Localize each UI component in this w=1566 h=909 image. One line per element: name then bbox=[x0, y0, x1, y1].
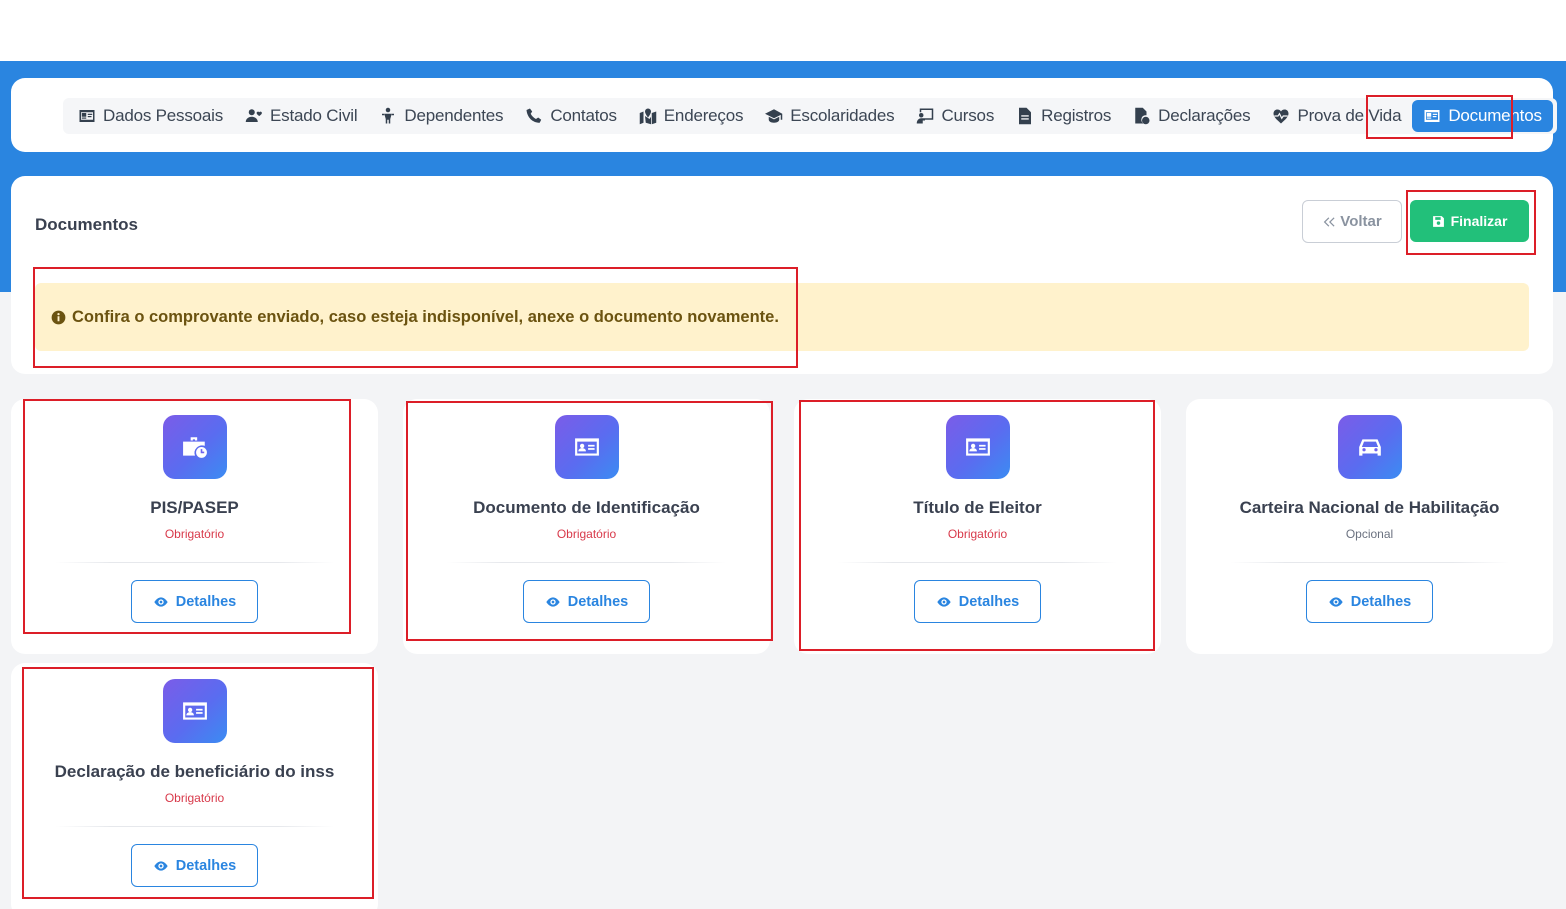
document-status: Opcional bbox=[1345, 527, 1394, 541]
tab-declaracoes[interactable]: Declarações bbox=[1122, 100, 1261, 132]
details-button[interactable]: Detalhes bbox=[131, 844, 258, 887]
top-bar bbox=[0, 0, 1566, 61]
child-icon bbox=[382, 107, 395, 124]
document-icon-box bbox=[163, 415, 227, 479]
tab-label: Registros bbox=[1041, 106, 1112, 125]
tab-label: Endereços bbox=[663, 106, 744, 125]
user-heart-icon bbox=[245, 109, 262, 122]
tab-dados-pessoais[interactable]: Dados Pessoais bbox=[67, 100, 234, 132]
id-card-icon bbox=[1424, 110, 1440, 122]
alert-text: Confira o comprovante enviado, caso este… bbox=[72, 307, 779, 326]
document-card: PIS/PASEP Obrigatório Detalhes bbox=[11, 399, 378, 654]
tab-registros[interactable]: Registros bbox=[1005, 100, 1122, 132]
id-card-icon bbox=[966, 438, 990, 456]
eye-icon bbox=[546, 596, 560, 607]
details-button[interactable]: Detalhes bbox=[914, 580, 1041, 623]
eye-icon bbox=[1329, 596, 1343, 607]
details-button-label: Detalhes bbox=[567, 593, 629, 610]
tab-label: Documentos bbox=[1448, 106, 1542, 125]
car-icon bbox=[1359, 439, 1381, 456]
details-button-label: Detalhes bbox=[175, 857, 237, 874]
tab-contatos[interactable]: Contatos bbox=[514, 100, 627, 132]
document-icon-box bbox=[1338, 415, 1402, 479]
details-button-label: Detalhes bbox=[175, 593, 237, 610]
documents-header-card: Documentos Voltar Finalizar Confira o co… bbox=[11, 176, 1553, 374]
tab-label: Declarações bbox=[1158, 106, 1251, 125]
tab-prova-de-vida[interactable]: Prova de Vida bbox=[1261, 100, 1412, 132]
file-signature-icon bbox=[1135, 107, 1150, 125]
document-title: Documento de Identificação bbox=[473, 498, 700, 517]
divider bbox=[55, 562, 334, 563]
tab-label: Prova de Vida bbox=[1297, 106, 1402, 125]
document-status: Obrigatório bbox=[164, 791, 225, 805]
id-card-icon bbox=[79, 110, 95, 122]
id-card-icon bbox=[183, 702, 207, 720]
tab-dependentes[interactable]: Dependentes bbox=[368, 100, 514, 132]
divider bbox=[55, 826, 334, 827]
document-status: Obrigatório bbox=[164, 527, 225, 541]
document-card: Documento de Identificação Obrigatório D… bbox=[403, 399, 770, 654]
eye-icon bbox=[154, 860, 168, 871]
heartbeat-icon bbox=[1273, 109, 1289, 124]
eye-icon bbox=[154, 596, 168, 607]
page-title: Documentos bbox=[35, 215, 138, 234]
document-card: Carteira Nacional de Habilitação Opciona… bbox=[1186, 399, 1553, 654]
finish-button[interactable]: Finalizar bbox=[1410, 200, 1529, 242]
document-title: Declaração de beneficiário do inss bbox=[54, 762, 335, 781]
tab-label: Contatos bbox=[550, 106, 617, 125]
tab-documentos[interactable]: Documentos bbox=[1412, 100, 1553, 132]
details-button[interactable]: Detalhes bbox=[523, 580, 650, 623]
document-status: Obrigatório bbox=[947, 527, 1008, 541]
tab-label: Estado Civil bbox=[270, 106, 358, 125]
tab-label: Dependentes bbox=[404, 106, 504, 125]
details-button[interactable]: Detalhes bbox=[1306, 580, 1433, 623]
briefcase-clock-icon bbox=[183, 437, 207, 458]
info-alert: Confira o comprovante enviado, caso este… bbox=[35, 283, 1529, 351]
tab-enderecos[interactable]: Endereços bbox=[628, 100, 754, 132]
tab-label: Dados Pessoais bbox=[103, 106, 224, 125]
document-card: Declaração de beneficiário do inss Obrig… bbox=[11, 663, 378, 909]
phone-icon bbox=[526, 108, 542, 123]
details-button-label: Detalhes bbox=[1350, 593, 1412, 610]
document-title: Título de Eleitor bbox=[913, 498, 1042, 517]
document-status: Obrigatório bbox=[556, 527, 617, 541]
finish-button-label: Finalizar bbox=[1450, 213, 1508, 229]
tab-label: Escolaridades bbox=[790, 106, 895, 125]
document-icon-box bbox=[946, 415, 1010, 479]
document-icon-box bbox=[555, 415, 619, 479]
details-button-label: Detalhes bbox=[958, 593, 1020, 610]
file-icon bbox=[1019, 107, 1032, 125]
back-button[interactable]: Voltar bbox=[1302, 200, 1402, 243]
graduation-cap-icon bbox=[765, 109, 783, 123]
eye-icon bbox=[937, 596, 951, 607]
info-circle-icon bbox=[51, 310, 66, 324]
tab-label: Cursos bbox=[941, 106, 995, 125]
details-button[interactable]: Detalhes bbox=[131, 580, 258, 623]
map-marker-icon bbox=[639, 108, 657, 125]
profile-tabs-card: Dados Pessoais Estado Civil Dependentes … bbox=[11, 78, 1557, 152]
document-title: PIS/PASEP bbox=[150, 498, 239, 517]
divider bbox=[1230, 562, 1509, 563]
id-card-icon bbox=[575, 438, 599, 456]
profile-tabs: Dados Pessoais Estado Civil Dependentes … bbox=[63, 98, 1557, 134]
document-card: Título de Eleitor Obrigatório Detalhes bbox=[794, 399, 1161, 654]
chalkboard-icon bbox=[917, 108, 934, 124]
tab-estado-civil[interactable]: Estado Civil bbox=[234, 100, 368, 132]
divider bbox=[447, 562, 726, 563]
document-icon-box bbox=[163, 679, 227, 743]
back-button-label: Voltar bbox=[1340, 213, 1382, 230]
divider bbox=[838, 562, 1117, 563]
save-icon bbox=[1432, 215, 1444, 227]
tab-escolaridades[interactable]: Escolaridades bbox=[754, 100, 905, 132]
double-chevron-left-icon bbox=[1324, 216, 1335, 227]
tab-cursos[interactable]: Cursos bbox=[905, 100, 1005, 132]
document-title: Carteira Nacional de Habilitação bbox=[1239, 498, 1500, 517]
